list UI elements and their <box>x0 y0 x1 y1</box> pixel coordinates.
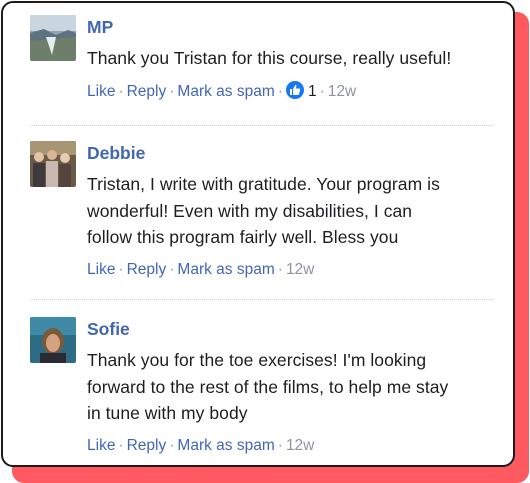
comment-text: Thank you for the toe exercises! I'm loo… <box>87 347 495 427</box>
like-count[interactable]: 1 <box>304 83 317 100</box>
separator: · <box>277 436 283 454</box>
comment-text-line: Tristan, I write with gratitude. Your pr… <box>87 174 440 194</box>
comment-actions: Like · Reply · Mark as spam · 12w <box>87 260 495 280</box>
separator: · <box>118 82 124 100</box>
comment-text: Thank you Tristan for this course, reall… <box>87 48 452 68</box>
separator: · <box>118 260 124 278</box>
comment-text-line: Thank you for the toe exercises! I'm loo… <box>87 350 427 370</box>
separator: · <box>319 82 325 100</box>
comment-text-line: wonderful! Even with my disabilities, I … <box>87 200 413 221</box>
like-link[interactable]: Like <box>87 261 115 278</box>
author-name[interactable]: Debbie <box>87 142 495 164</box>
avatar-sofie[interactable] <box>30 317 76 363</box>
separator: · <box>118 436 124 454</box>
comment-divider <box>30 299 493 300</box>
mark-as-spam-link[interactable]: Mark as spam <box>177 437 274 454</box>
mark-as-spam-link[interactable]: Mark as spam <box>177 83 274 100</box>
author-name[interactable]: Sofie <box>87 318 495 340</box>
comment-text-line: forward to the rest of the films, to hel… <box>87 376 449 397</box>
author-name[interactable]: MP <box>87 16 495 38</box>
comment-text: Tristan, I write with gratitude. Your pr… <box>87 171 495 251</box>
comments-card: MP Thank you Tristan for this course, re… <box>1 1 515 467</box>
avatar-mp[interactable] <box>30 15 76 61</box>
separator: · <box>169 260 175 278</box>
mark-as-spam-link[interactable]: Mark as spam <box>177 261 274 278</box>
reply-link[interactable]: Reply <box>127 83 167 100</box>
reply-link[interactable]: Reply <box>127 437 167 454</box>
thumbs-up-icon[interactable] <box>285 80 304 99</box>
comment-actions: Like · Reply · Mark as spam · 12w <box>87 436 495 456</box>
comment-divider <box>30 125 493 126</box>
comment-age[interactable]: 12w <box>286 437 314 454</box>
like-link[interactable]: Like <box>87 83 115 100</box>
separator: · <box>169 436 175 454</box>
separator: · <box>277 82 283 100</box>
comment-text-line: in tune with my body <box>87 403 248 423</box>
comment-actions: Like · Reply · Mark as spam · 1 · 12w <box>87 80 495 102</box>
separator: · <box>169 82 175 100</box>
like-link[interactable]: Like <box>87 437 115 454</box>
avatar-debbie[interactable] <box>30 141 76 187</box>
separator: · <box>277 260 283 278</box>
comment-age[interactable]: 12w <box>286 261 314 278</box>
comment-text-line: follow this program fairly well. Bless y… <box>87 227 399 247</box>
comment-age[interactable]: 12w <box>328 83 356 100</box>
reply-link[interactable]: Reply <box>127 261 167 278</box>
